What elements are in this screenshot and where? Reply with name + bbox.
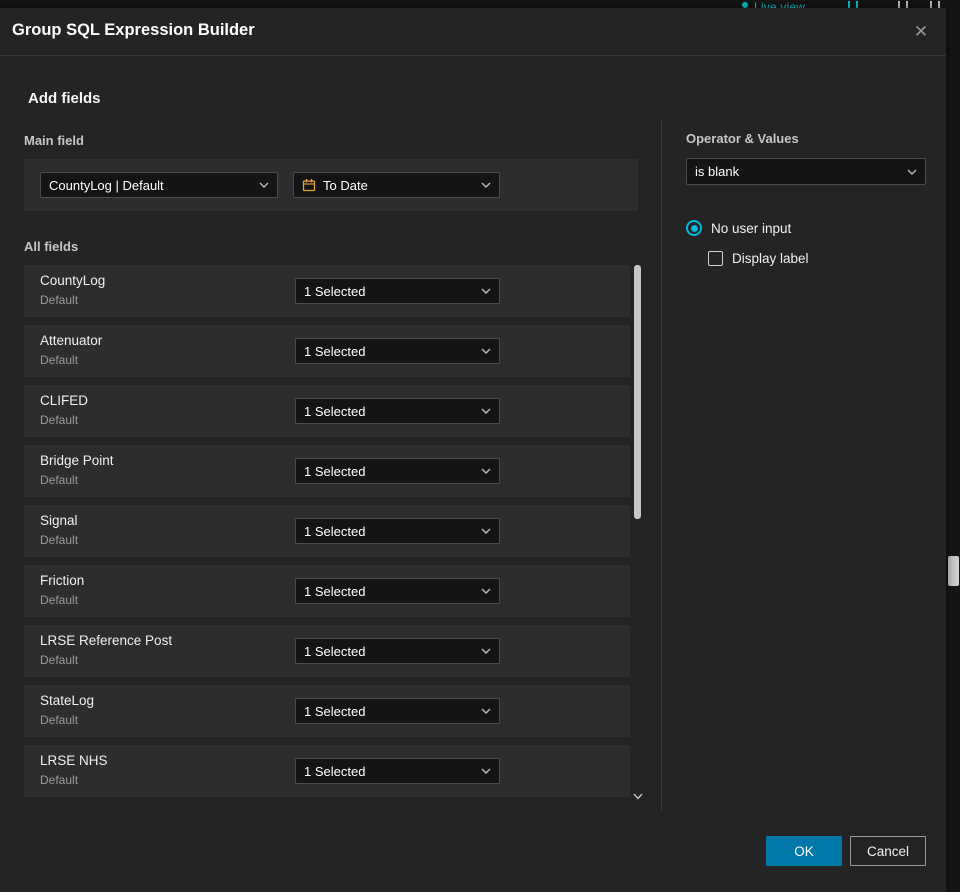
field-selection-select[interactable]: 1 Selected (295, 698, 500, 724)
scroll-down-icon[interactable] (633, 787, 643, 805)
group-sql-expression-builder-dialog: Group SQL Expression Builder ✕ Add field… (0, 8, 946, 892)
toolbar-bar-icon (930, 1, 932, 8)
field-selection-value: 1 Selected (304, 523, 366, 539)
background-scrollbar-thumb[interactable] (948, 556, 959, 586)
chevron-down-icon (481, 588, 491, 594)
field-selection-value: 1 Selected (304, 643, 366, 659)
field-name: LRSE NHS (40, 753, 108, 768)
field-row: LRSE NHS Default 1 Selected (24, 745, 630, 797)
chevron-down-icon (907, 169, 917, 175)
field-subtitle: Default (40, 473, 79, 487)
chevron-down-icon (481, 288, 491, 294)
field-subtitle: Default (40, 773, 79, 787)
close-icon[interactable]: ✕ (908, 19, 934, 45)
display-label-text: Display label (732, 251, 809, 266)
no-user-input-label: No user input (711, 220, 792, 236)
toolbar-bar-icon (906, 1, 908, 8)
field-name: CLIFED (40, 393, 89, 408)
field-name: Attenuator (40, 333, 103, 348)
field-name: StateLog (40, 693, 95, 708)
field-subtitle: Default (40, 593, 79, 607)
field-selection-value: 1 Selected (304, 463, 366, 479)
main-field-label: Main field (24, 133, 84, 148)
chevron-down-icon (259, 182, 269, 188)
operator-select[interactable]: is blank (686, 158, 926, 185)
field-selection-select[interactable]: 1 Selected (295, 518, 500, 544)
chevron-down-icon (481, 182, 491, 188)
calendar-icon (302, 178, 316, 192)
field-row: LRSE Reference Post Default 1 Selected (24, 625, 630, 677)
field-row: Friction Default 1 Selected (24, 565, 630, 617)
field-name: Bridge Point (40, 453, 114, 468)
field-row: CLIFED Default 1 Selected (24, 385, 630, 437)
chevron-down-icon (481, 768, 491, 774)
ok-button[interactable]: OK (766, 836, 842, 866)
dialog-header: Group SQL Expression Builder ✕ (0, 8, 946, 56)
live-view-label: Live view (754, 0, 806, 8)
field-selection-value: 1 Selected (304, 283, 366, 299)
field-row: Attenuator Default 1 Selected (24, 325, 630, 377)
main-field-date-value: To Date (323, 177, 368, 193)
field-row: Bridge Point Default 1 Selected (24, 445, 630, 497)
operator-values-label: Operator & Values (686, 131, 799, 146)
field-selection-value: 1 Selected (304, 703, 366, 719)
add-fields-heading: Add fields (28, 90, 101, 107)
main-field-select[interactable]: CountyLog | Default (40, 172, 278, 198)
main-field-panel: CountyLog | Default To Date (24, 159, 638, 211)
field-subtitle: Default (40, 293, 79, 307)
no-user-input-radio[interactable]: No user input (686, 220, 791, 236)
list-scrollbar-thumb[interactable] (634, 265, 641, 519)
main-field-select-value: CountyLog | Default (49, 177, 164, 193)
toolbar-bar-icon (856, 1, 858, 8)
field-selection-value: 1 Selected (304, 343, 366, 359)
field-selection-value: 1 Selected (304, 763, 366, 779)
chevron-down-icon (481, 468, 491, 474)
field-subtitle: Default (40, 413, 79, 427)
field-selection-select[interactable]: 1 Selected (295, 398, 500, 424)
checkbox-unchecked-icon (708, 251, 723, 266)
chevron-down-icon (481, 408, 491, 414)
field-row: Signal Default 1 Selected (24, 505, 630, 557)
field-subtitle: Default (40, 533, 79, 547)
field-name: LRSE Reference Post (40, 633, 173, 648)
toolbar-bar-icon (848, 1, 850, 8)
toolbar-bar-icon (898, 1, 900, 8)
field-selection-select[interactable]: 1 Selected (295, 578, 500, 604)
chevron-down-icon (481, 348, 491, 354)
field-subtitle: Default (40, 713, 79, 727)
background-app-topbar: Live view (0, 0, 960, 8)
toolbar-bar-icon (938, 1, 940, 8)
display-label-checkbox[interactable]: Display label (708, 251, 809, 266)
field-subtitle: Default (40, 653, 79, 667)
column-divider (661, 120, 662, 810)
main-field-date-select[interactable]: To Date (293, 172, 500, 198)
field-name: Friction (40, 573, 85, 588)
field-selection-value: 1 Selected (304, 583, 366, 599)
list-scrollbar[interactable] (633, 265, 643, 805)
field-selection-select[interactable]: 1 Selected (295, 758, 500, 784)
radio-selected-icon (686, 220, 702, 236)
chevron-down-icon (481, 648, 491, 654)
field-name: CountyLog (40, 273, 106, 288)
operator-select-value: is blank (695, 164, 740, 179)
cancel-button[interactable]: Cancel (850, 836, 926, 866)
field-name: Signal (40, 513, 78, 528)
field-selection-select[interactable]: 1 Selected (295, 458, 500, 484)
field-selection-select[interactable]: 1 Selected (295, 278, 500, 304)
background-app-right-strip (946, 0, 960, 892)
field-row: StateLog Default 1 Selected (24, 685, 630, 737)
all-fields-label: All fields (24, 239, 79, 254)
chevron-down-icon (481, 708, 491, 714)
field-selection-value: 1 Selected (304, 403, 366, 419)
field-selection-select[interactable]: 1 Selected (295, 638, 500, 664)
field-subtitle: Default (40, 353, 79, 367)
dialog-title: Group SQL Expression Builder (12, 21, 255, 39)
field-row: CountyLog Default 1 Selected (24, 265, 630, 317)
chevron-down-icon (481, 528, 491, 534)
field-selection-select[interactable]: 1 Selected (295, 338, 500, 364)
